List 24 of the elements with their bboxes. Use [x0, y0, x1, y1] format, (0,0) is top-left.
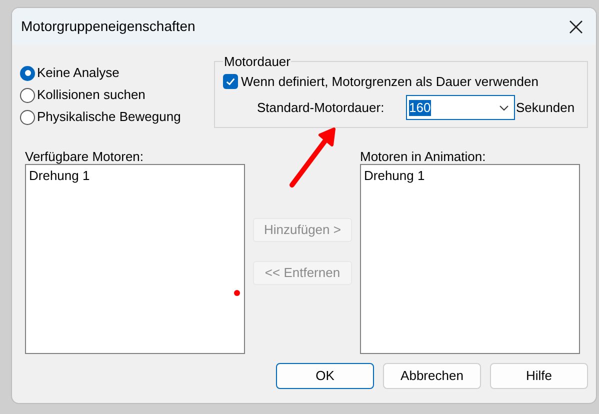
radio-button[interactable] — [20, 88, 35, 102]
window-title: Motorgruppeneigenschaften — [21, 17, 196, 36]
list-item[interactable]: Drehung 1 — [29, 166, 241, 186]
group-title: Motordauer — [223, 53, 292, 71]
checkbox[interactable] — [223, 74, 238, 89]
dialog-button[interactable]: OK — [276, 363, 374, 389]
checkmark-icon — [225, 76, 236, 87]
radio-button[interactable] — [20, 110, 35, 124]
arrow-annotation — [288, 127, 338, 189]
dialog-button[interactable]: Hilfe — [490, 363, 588, 389]
chevron-down-icon — [499, 104, 509, 110]
unit-label: Sekunden — [516, 98, 575, 117]
close-icon[interactable] — [568, 18, 584, 34]
default-duration-label: Standard-Motordauer: — [256, 98, 386, 117]
list-label: Verfügbare Motoren: — [25, 148, 145, 164]
duration-combobox[interactable]: 160 — [406, 95, 515, 120]
dialog-button[interactable]: Abbrechen — [383, 363, 481, 389]
radio-option[interactable]: Physikalische Bewegung — [20, 106, 214, 128]
radio-option[interactable]: Kollisionen suchen — [20, 84, 214, 106]
radio-option[interactable]: Keine Analyse — [20, 62, 214, 84]
radio-button[interactable] — [20, 66, 35, 80]
list-item[interactable]: Drehung 1 — [364, 166, 576, 186]
list-label: Motoren in Animation: — [360, 148, 487, 164]
use-limits-checkbox-row[interactable]: Wenn definiert, Motorgrenzen als Dauer verwenden — [223, 72, 579, 92]
